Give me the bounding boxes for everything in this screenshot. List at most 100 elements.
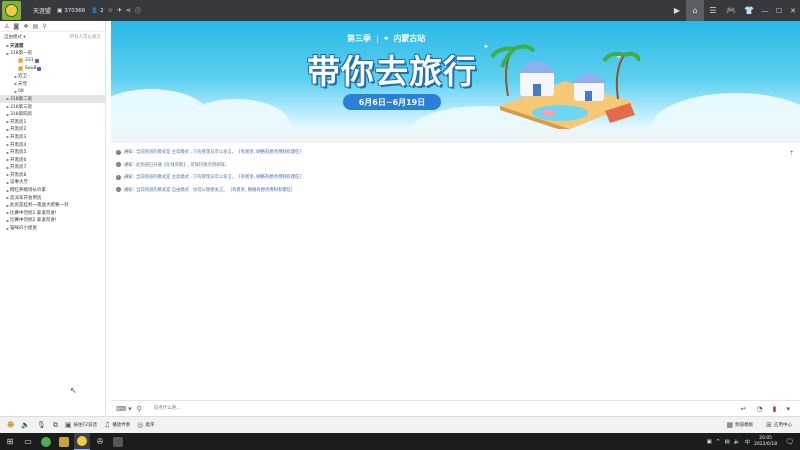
season-label: 第三季: [347, 34, 371, 43]
channel-item[interactable]: ▪ 比赛中勿扰1 拿道勿进!: [0, 209, 105, 217]
mic-queue-button[interactable]: ◎ 麦序: [137, 421, 154, 429]
channel-item[interactable]: ▪ 318第二房: [0, 95, 105, 103]
channel-template-button[interactable]: ▦ 频道模板: [727, 421, 754, 429]
logo-icon: [2, 1, 21, 20]
ime-icon[interactable]: 中: [745, 438, 751, 446]
message-link[interactable]: [有易亲, 网络有想点用制有理任]: [239, 174, 301, 180]
app-center-button[interactable]: ⊞ 应用中心: [766, 421, 792, 429]
channel-item[interactable]: ▪ 开黑房7: [0, 164, 105, 172]
channel-item[interactable]: ▪ 此房是挂机一夜送大佬要一对: [0, 201, 105, 209]
channel-label: 318第三房: [10, 104, 33, 110]
channel-label: 议事大厅: [10, 180, 28, 186]
unit-icon[interactable]: ✈: [117, 7, 122, 14]
video-icon[interactable]: ▶: [668, 0, 686, 21]
channel-item[interactable]: ▪ 开黑房5: [0, 148, 105, 156]
chrome-icon[interactable]: [38, 433, 54, 450]
channel-item[interactable]: ▪ 天涯盟: [0, 42, 105, 50]
start-icon[interactable]: ⊞: [2, 433, 18, 450]
channel-label: 天穹: [18, 81, 27, 87]
channel-item[interactable]: ▪ 天穹: [0, 80, 105, 88]
play-accompaniment-button[interactable]: ♫ 播放伴奏: [104, 421, 130, 429]
channel-label: 此房是挂机一夜送大佬要一对: [10, 203, 69, 209]
channel-sidebar: ♙ ◙ ❖ ▤ ⚲ 自由模式 ▾ 所有人可以发言 ▪ 天涯盟 ▪ 318第一房 331 S…: [0, 21, 106, 415]
gift-icon[interactable]: ❖: [23, 23, 28, 30]
search-icon[interactable]: ⚲: [42, 23, 46, 30]
pin-icon[interactable]: ⇡: [789, 150, 794, 157]
play-accompaniment-label: 播放伴奏: [112, 423, 131, 428]
user-item[interactable]: Sou8: [0, 65, 105, 73]
minimize-icon[interactable]: —: [758, 0, 772, 21]
channel-item[interactable]: ▪ 318第一房: [0, 50, 105, 58]
channel-label: 318第四房: [10, 112, 33, 118]
share-icon[interactable]: ⋖: [126, 7, 131, 14]
chat-bubble-icon[interactable]: ◔: [757, 405, 763, 413]
close-icon[interactable]: ✕: [786, 0, 800, 21]
channel-item[interactable]: ▪ 开黑房3: [0, 133, 105, 141]
channel-item[interactable]: ▪ 反派军开会用房: [0, 194, 105, 202]
mode-dropdown[interactable]: 自由模式 ▾: [4, 34, 26, 40]
star-icon[interactable]: ☆: [108, 7, 113, 14]
channel-item[interactable]: ▪ 318第三房: [0, 103, 105, 111]
music-icon: ♫: [104, 421, 111, 429]
system-message: ! 通知: 当前频道的模式是 主席模式 , 只有管理员可以发言。 [有易亲, 网络有想…: [111, 171, 800, 184]
task-view-icon[interactable]: ▭: [20, 433, 36, 450]
event-banner[interactable]: 第三季 | ⌖ 内蒙古站 带你去旅行 6月6日~6月19日 ✦ ✦ ✦: [111, 21, 800, 129]
message-link[interactable]: [有易亲, 网络有想点用制有理任]: [230, 187, 292, 193]
push-to-talk-button[interactable]: ▣ 按住F2说话: [65, 421, 97, 429]
message-area: ! 通知: 当前频道的模式是 主席模式 , 只有管理员可以发言。 [有易亲, 网络有想…: [111, 146, 800, 196]
message-link[interactable]: [有易亲, 网络有想点用制有理任]: [239, 149, 301, 155]
person-icon[interactable]: ♙: [4, 23, 9, 30]
tshirt-icon[interactable]: 👕: [740, 0, 758, 21]
gamepad-icon[interactable]: 🎮: [722, 0, 740, 21]
channel-item[interactable]: ▪ 开黑房1: [0, 118, 105, 126]
channel-label: 猫咪の小屋屋: [10, 226, 37, 232]
chat-input[interactable]: [153, 402, 741, 415]
status-icon[interactable]: ☻: [7, 421, 14, 429]
fan-icon[interactable]: ✇: [92, 433, 108, 450]
chevron-up-icon[interactable]: ^: [716, 439, 721, 445]
user-icon: 👤: [91, 7, 99, 14]
voice-app-icon[interactable]: [74, 433, 90, 450]
channel-item[interactable]: ▪ 网红养殖场长の家: [0, 186, 105, 194]
channel-item[interactable]: ▪ 开黑房6: [0, 156, 105, 164]
channel-item[interactable]: ▪ 开黑房2: [0, 126, 105, 134]
send-icon[interactable]: ↵: [741, 405, 747, 413]
search-icon[interactable]: ⚲: [137, 405, 142, 413]
channel-label: 比赛中勿扰2 拿道勿进!: [10, 218, 57, 224]
calendar-icon[interactable]: ▤: [33, 23, 39, 30]
maximize-icon[interactable]: ☐: [772, 0, 786, 21]
user-item[interactable]: 331: [0, 57, 105, 65]
room-id-value: 370366: [64, 7, 86, 14]
channel-item[interactable]: ▪ 猫咪の小屋屋: [0, 224, 105, 232]
dropdown-icon[interactable]: ▾: [128, 405, 132, 413]
channel-item[interactable]: ▪ 开黑房8: [0, 171, 105, 179]
speak-permission: 所有人可以发言: [69, 35, 102, 40]
queue-icon: ◎: [137, 421, 144, 429]
channel-item[interactable]: ▪ 08: [0, 88, 105, 96]
channel-item[interactable]: ▪ 近卫: [0, 72, 105, 80]
clock[interactable]: 20:05 2022/6/18: [754, 436, 777, 448]
channel-item[interactable]: ▪ 比赛中勿扰2 拿道勿进!: [0, 217, 105, 225]
emoji-gamepad-icon[interactable]: ⌨: [116, 405, 126, 413]
more-icon[interactable]: ▾: [786, 405, 790, 413]
channel-list: ▪ 天涯盟 ▪ 318第一房 331 Sou8 ▪ 近卫 ▪ 天穹 ▪ 08 ▪ 318第二房 ▪ 318第三…: [0, 42, 105, 232]
system-message: ! 通知: 当前频道的模式是 主席模式 , 只有管理员可以发言。 [有易亲, 网络有想…: [111, 146, 800, 159]
list-icon[interactable]: ☰: [704, 0, 722, 21]
network-icon[interactable]: ▤: [724, 439, 729, 445]
obs-icon[interactable]: [110, 433, 126, 450]
channel-item[interactable]: ▪ 318第四房: [0, 110, 105, 118]
channel-label: 331: [25, 58, 34, 64]
volume-icon[interactable]: 🔈: [734, 439, 741, 445]
channel-item[interactable]: ▪ 议事大厅: [0, 179, 105, 187]
mic-icon[interactable]: 🎙: [37, 421, 46, 429]
notification-icon[interactable]: 🗨: [785, 438, 794, 446]
game-icon[interactable]: [56, 433, 72, 450]
home-icon[interactable]: ⌂: [686, 0, 704, 21]
speaker-icon[interactable]: 🔈: [21, 421, 30, 429]
record-icon[interactable]: ◙: [13, 23, 19, 30]
record-icon[interactable]: ▮: [773, 405, 777, 413]
equalizer-icon[interactable]: ⧉: [53, 421, 58, 430]
info-icon[interactable]: ⓘ: [135, 6, 141, 15]
app-tray-icon[interactable]: ▣: [707, 439, 712, 445]
channel-item[interactable]: ▪ 开黑房4: [0, 141, 105, 149]
